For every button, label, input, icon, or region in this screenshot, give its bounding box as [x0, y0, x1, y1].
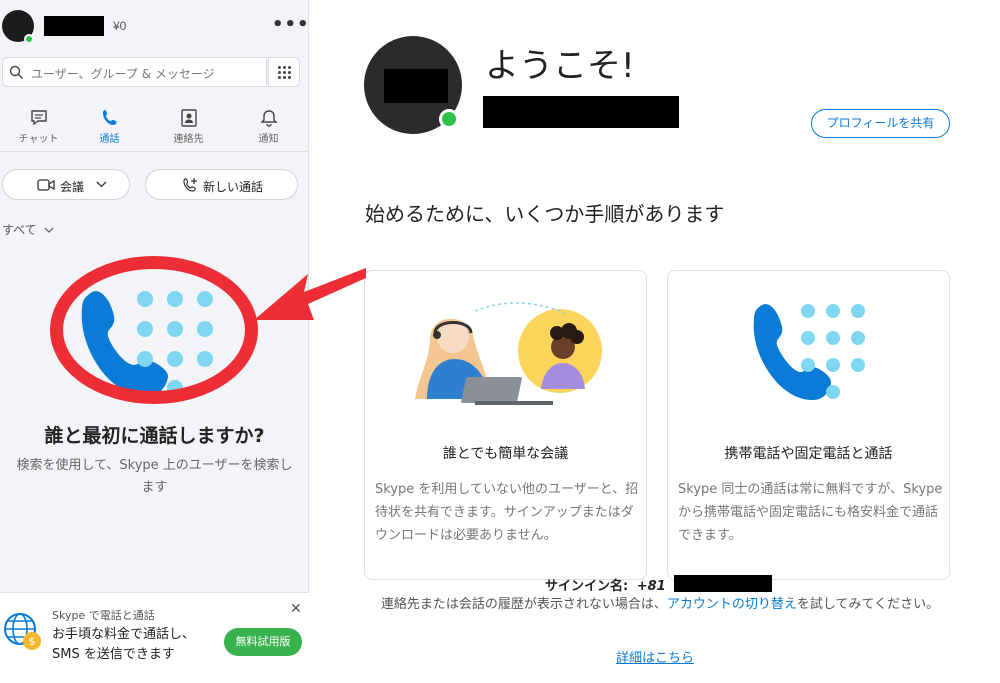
svg-text:$: $: [29, 635, 36, 648]
redacted-initials: [384, 69, 448, 103]
credit-balance[interactable]: ¥0: [113, 19, 126, 33]
signin-label: サインイン名:: [545, 579, 629, 594]
bell-icon: [259, 110, 278, 127]
highlight-ellipse: [50, 256, 258, 404]
learn-more-link[interactable]: 詳細はこちら: [310, 647, 1000, 666]
globe-coin-icon: $: [4, 613, 41, 650]
close-icon[interactable]: ✕: [290, 601, 302, 617]
filter-label: すべて: [2, 223, 37, 237]
filter-dropdown[interactable]: すべて: [2, 221, 54, 238]
switch-account-link[interactable]: アカウントの切り替え: [667, 597, 797, 612]
signin-info: サインイン名: +81: [545, 575, 666, 594]
empty-state-title: 誰と最初に通話しますか?: [44, 425, 265, 447]
meeting-card-title: 誰とでも簡単な会議: [442, 446, 569, 462]
promo-banner: $ Skype で電話と通話 お手頃な料金で通話し、SMS を送信できます ✕ …: [0, 592, 309, 683]
tab-contacts[interactable]: 連絡先: [150, 102, 227, 145]
chevron-down-icon: [44, 227, 53, 233]
tab-chat-label: チャット: [18, 134, 59, 145]
new-call-label: 新しい通話: [203, 180, 264, 194]
free-trial-button[interactable]: 無料試用版: [224, 628, 302, 656]
meeting-label: 会議: [60, 180, 85, 194]
add-call-icon: [183, 178, 197, 192]
dialpad-button[interactable]: [268, 57, 300, 87]
tab-notifications-label: 通知: [258, 134, 279, 145]
share-profile-button[interactable]: プロフィールを共有: [811, 109, 950, 138]
steps-heading: 始めるために、いくつか手順があります: [365, 202, 725, 226]
footer-note-after: を試してみてください。: [796, 597, 940, 612]
search-input[interactable]: ユーザー、グループ & メッセージ: [2, 57, 267, 87]
chevron-down-icon: [96, 181, 107, 188]
meeting-illustration: [415, 302, 602, 405]
redacted-full-name: [483, 96, 679, 128]
video-camera-icon: [37, 179, 55, 191]
redacted-user-name: [44, 16, 104, 36]
account-switch-note: 連絡先または会話の履歴が表示されない場合は、アカウントの切り替えを試してみてくだ…: [350, 594, 970, 615]
search-icon: [9, 65, 24, 80]
phone-icon: [102, 110, 116, 125]
search-placeholder: ユーザー、グループ & メッセージ: [31, 67, 215, 81]
landline-call-card[interactable]: 携帯電話や固定電話と通話 Skype 同士の通話は常に無料ですが、Skype か…: [667, 270, 950, 580]
signin-value: +81: [636, 579, 666, 594]
main-panel: ようこそ! プロフィールを共有 始めるために、いくつか手順があります 誰とでも簡…: [310, 0, 1000, 683]
redacted-phone: [674, 575, 772, 592]
tab-contacts-label: 連絡先: [173, 134, 204, 145]
sidebar: ¥0 ••• ユーザー、グループ & メッセージ チャット 通話 連絡先 通知 …: [0, 0, 309, 683]
dialpad-illustration: [753, 304, 865, 401]
meeting-card[interactable]: 誰とでも簡単な会議 Skype を利用していない他のユーザーと、招待状を共有でき…: [364, 270, 647, 580]
profile-row: ¥0 •••: [0, 0, 309, 52]
avatar[interactable]: [2, 10, 34, 44]
landline-card-title: 携帯電話や固定電話と通話: [724, 446, 893, 462]
contacts-icon: [180, 109, 197, 127]
tab-chat[interactable]: チャット: [0, 102, 77, 145]
landline-card-description: Skype 同士の通話は常に無料ですが、Skype から携帯電話や固定電話にも格…: [678, 482, 943, 543]
tab-calls-label: 通話: [99, 134, 120, 145]
presence-indicator: [24, 34, 34, 44]
chat-icon: [30, 110, 47, 126]
new-call-button[interactable]: 新しい通話: [145, 169, 298, 200]
promo-text: お手頃な料金で通話し、SMS を送信できます: [52, 627, 196, 662]
welcome-heading: ようこそ!: [485, 46, 635, 86]
meeting-button[interactable]: 会議: [2, 169, 130, 200]
presence-indicator: [439, 109, 459, 129]
profile-avatar[interactable]: [364, 36, 462, 134]
main-nav: チャット 通話 連絡先 通知: [0, 102, 309, 152]
tab-notifications[interactable]: 通知: [230, 102, 307, 145]
promo-title: Skype で電話と通話: [52, 609, 155, 622]
annotation-arrow: [254, 268, 366, 320]
meeting-card-description: Skype を利用していない他のユーザーと、招待状を共有できます。サインアップま…: [375, 482, 639, 543]
footer-note-before: 連絡先または会話の履歴が表示されない場合は、: [380, 597, 667, 612]
tab-calls[interactable]: 通話: [71, 102, 148, 145]
more-options-button[interactable]: •••: [272, 14, 310, 35]
empty-state-subtitle: 検索を使用して、Skype 上のユーザーを検索します: [16, 458, 293, 495]
